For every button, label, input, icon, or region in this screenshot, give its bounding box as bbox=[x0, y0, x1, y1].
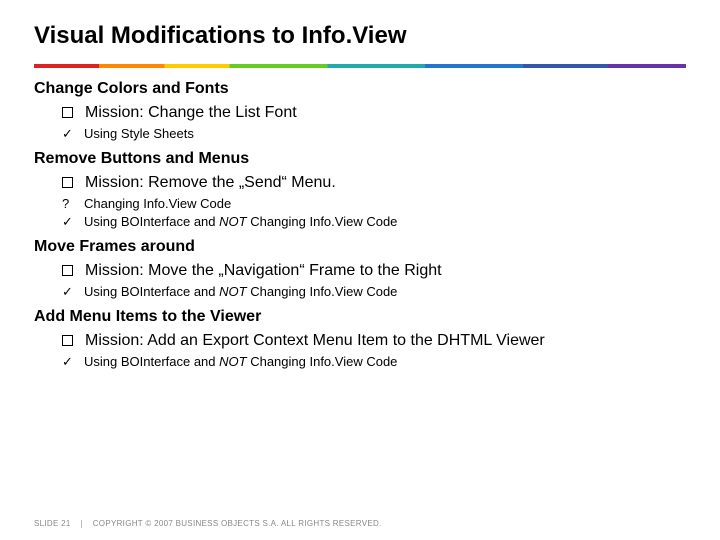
checkbox-icon bbox=[62, 107, 73, 118]
check-icon: ✓ bbox=[62, 214, 84, 230]
sub-text: Using BOInterface and NOT Changing Info.… bbox=[84, 284, 397, 299]
mission-row: Mission: Move the „Navigation“ Frame to … bbox=[62, 262, 686, 280]
sub-text: Changing Info.View Code bbox=[84, 196, 231, 211]
sub-text: Using BOInterface and NOT Changing Info.… bbox=[84, 214, 397, 229]
footer-divider bbox=[81, 520, 82, 528]
mission-text: Mission: Remove the „Send“ Menu. bbox=[85, 174, 336, 192]
section-heading: Remove Buttons and Menus bbox=[34, 150, 686, 168]
question-icon: ? bbox=[62, 196, 84, 211]
section-heading: Change Colors and Fonts bbox=[34, 80, 686, 98]
sections-container: Change Colors and Fonts Mission: Change t… bbox=[34, 80, 686, 370]
slide-number: SLIDE 21 bbox=[34, 519, 71, 528]
slide-body: Visual Modifications to Info.View Change… bbox=[0, 0, 720, 370]
mission-row: Mission: Remove the „Send“ Menu. bbox=[62, 174, 686, 192]
sub-row: ✓Using BOInterface and NOT Changing Info… bbox=[62, 214, 686, 230]
section-heading: Move Frames around bbox=[34, 238, 686, 256]
checkbox-icon bbox=[62, 177, 73, 188]
mission-text: Mission: Change the List Font bbox=[85, 104, 297, 122]
sub-text: Using BOInterface and NOT Changing Info.… bbox=[84, 354, 397, 369]
sub-row: ✓Using BOInterface and NOT Changing Info… bbox=[62, 354, 686, 370]
footer: SLIDE 21 COPYRIGHT © 2007 BUSINESS OBJEC… bbox=[34, 519, 382, 528]
sub-row: ✓Using BOInterface and NOT Changing Info… bbox=[62, 284, 686, 300]
sub-row: ?Changing Info.View Code bbox=[62, 196, 686, 211]
mission-text: Mission: Add an Export Context Menu Item… bbox=[85, 332, 545, 350]
sub-row: ✓Using Style Sheets bbox=[62, 126, 686, 142]
checkbox-icon bbox=[62, 265, 73, 276]
page-title: Visual Modifications to Info.View bbox=[34, 22, 686, 50]
mission-row: Mission: Add an Export Context Menu Item… bbox=[62, 332, 686, 350]
sub-text: Using Style Sheets bbox=[84, 126, 194, 141]
check-icon: ✓ bbox=[62, 284, 84, 300]
checkbox-icon bbox=[62, 335, 73, 346]
mission-row: Mission: Change the List Font bbox=[62, 104, 686, 122]
check-icon: ✓ bbox=[62, 354, 84, 370]
rainbow-divider bbox=[34, 64, 686, 68]
check-icon: ✓ bbox=[62, 126, 84, 142]
section-heading: Add Menu Items to the Viewer bbox=[34, 308, 686, 326]
mission-text: Mission: Move the „Navigation“ Frame to … bbox=[85, 262, 442, 280]
copyright: COPYRIGHT © 2007 BUSINESS OBJECTS S.A. A… bbox=[93, 519, 382, 528]
